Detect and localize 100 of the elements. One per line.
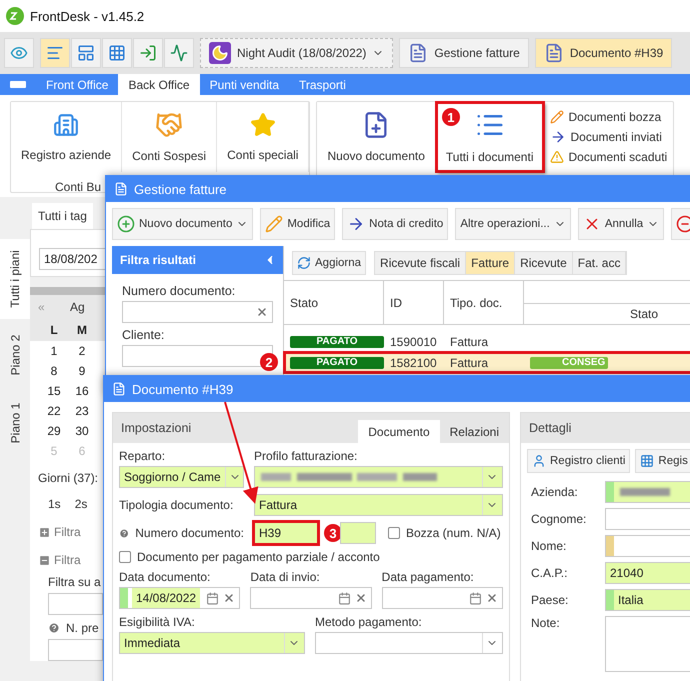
- ribbon-button[interactable]: Tutti i documenti 1: [436, 102, 544, 172]
- clear-icon[interactable]: [354, 592, 367, 604]
- select-field[interactable]: Fattura: [254, 494, 503, 516]
- day-button[interactable]: 2s: [74, 497, 88, 511]
- door-icon: [139, 44, 157, 62]
- panel-tab[interactable]: Relazioni: [440, 420, 509, 443]
- toolbar-button[interactable]: Modifica: [260, 208, 336, 240]
- input-field[interactable]: [605, 535, 690, 557]
- column-header[interactable]: Stato: [284, 281, 384, 324]
- help-icon[interactable]: [119, 526, 130, 540]
- toolbar-button[interactable]: Altre operazioni...: [455, 208, 571, 240]
- panel-tab[interactable]: Documento: [358, 420, 440, 443]
- column-header[interactable]: Tipo. doc.: [444, 281, 524, 324]
- toolbar-button[interactable]: [133, 38, 163, 68]
- list-icon: [46, 44, 64, 62]
- input-field[interactable]: [122, 345, 273, 367]
- app-logo: [6, 7, 24, 25]
- toolbar-button[interactable]: Nota di credito: [342, 208, 448, 240]
- ribbon-link[interactable]: Documenti inviati: [550, 129, 668, 145]
- ribbon-link[interactable]: Documenti scaduti: [550, 150, 668, 164]
- tag-tab[interactable]: Tutti i tag: [32, 203, 93, 229]
- document-icon: [544, 43, 564, 63]
- input-field[interactable]: Italia: [605, 589, 690, 611]
- registry-button[interactable]: Registro clienti: [527, 449, 630, 473]
- field-value: Fattura: [259, 498, 298, 512]
- select-field[interactable]: Immediata: [119, 632, 305, 654]
- calendar-day[interactable]: 29: [40, 424, 68, 438]
- calendar-day[interactable]: 8: [40, 364, 68, 378]
- day-button[interactable]: 1s: [48, 497, 61, 511]
- toolbar-button[interactable]: Annulla: [578, 208, 664, 240]
- grid-icon: [108, 44, 126, 62]
- floor-tab[interactable]: Piano 2: [0, 323, 30, 387]
- person-icon: [532, 454, 546, 468]
- toolbar-button[interactable]: [102, 38, 132, 68]
- calendar-day[interactable]: 15: [40, 384, 68, 398]
- window-tab[interactable]: Gestione fatture: [399, 38, 529, 68]
- input-field[interactable]: [605, 481, 690, 503]
- window-tab[interactable]: Documento #H39: [534, 38, 672, 68]
- section-label[interactable]: Filtra: [54, 553, 81, 567]
- filter-field[interactable]: [48, 639, 103, 661]
- toolbar-button[interactable]: [164, 38, 194, 68]
- help-icon[interactable]: [48, 622, 60, 634]
- field-label: Azienda:: [531, 485, 579, 499]
- notes-field[interactable]: [605, 616, 690, 672]
- view-button[interactable]: [4, 38, 34, 68]
- calendar-day[interactable]: 30: [68, 424, 96, 438]
- refresh-button[interactable]: Aggiorna: [292, 251, 366, 275]
- toolbar-button[interactable]: [71, 38, 101, 68]
- date-field[interactable]: [382, 587, 503, 609]
- input-field[interactable]: [340, 522, 376, 544]
- floor-tab[interactable]: Piano 1: [0, 391, 30, 455]
- input-field[interactable]: [122, 301, 273, 323]
- input-field[interactable]: H39: [254, 522, 318, 544]
- ribbon-link[interactable]: Documenti bozza: [550, 110, 668, 124]
- clear-icon[interactable]: [223, 592, 236, 604]
- step-badge: 1: [442, 108, 460, 126]
- toolbar-button[interactable]: [40, 38, 70, 68]
- field-label: Cognome:: [531, 512, 588, 526]
- collapse-icon[interactable]: [38, 554, 51, 566]
- column-header[interactable]: Stato: [524, 303, 690, 324]
- pencil-icon: [550, 110, 564, 124]
- date-field[interactable]: 14/08/2022: [119, 587, 240, 609]
- calendar-day[interactable]: 9: [68, 364, 96, 378]
- clear-icon[interactable]: [256, 306, 268, 318]
- calendar-day[interactable]: 2: [68, 344, 96, 358]
- ribbon-button[interactable]: Registro aziende: [11, 102, 122, 172]
- select-field[interactable]: [315, 632, 503, 654]
- filter-label: Filtra su a: [47, 574, 102, 591]
- night-audit-button[interactable]: Night Audit (18/08/2022): [200, 38, 394, 68]
- input-field[interactable]: [605, 508, 690, 530]
- date-field[interactable]: [250, 587, 372, 609]
- select-field[interactable]: [254, 466, 503, 488]
- document-tab[interactable]: Fatture: [466, 252, 516, 274]
- calendar-icon[interactable]: [338, 592, 351, 604]
- checkbox[interactable]: [119, 551, 131, 563]
- nav-tab[interactable]: Back Office: [118, 74, 200, 95]
- table-cell-text: Fattura: [449, 356, 490, 370]
- floor-tab[interactable]: Tutti i piani: [0, 239, 30, 319]
- select-field[interactable]: Soggiorno / Came: [119, 466, 244, 488]
- calendar-icon[interactable]: [206, 592, 220, 604]
- expand-icon[interactable]: [38, 526, 51, 538]
- checkbox-label: Documento per pagamento parziale / acconto: [137, 550, 380, 564]
- panel-title: Impostazioni: [121, 421, 192, 435]
- section-label[interactable]: Filtra: [54, 525, 81, 539]
- calendar-icon[interactable]: [469, 592, 482, 604]
- calendar-day[interactable]: 1: [40, 344, 68, 358]
- checkbox[interactable]: [388, 527, 400, 539]
- input-field[interactable]: 21040: [605, 562, 690, 584]
- table-row[interactable]: PAGATO 1582100 Fattura CONSEG: [284, 352, 690, 373]
- clear-icon[interactable]: [486, 592, 498, 604]
- filter-field[interactable]: [48, 593, 103, 615]
- column-header[interactable]: ID: [384, 281, 444, 324]
- calendar-day[interactable]: 22: [40, 404, 68, 418]
- minus-icon: [676, 215, 690, 233]
- registry-button[interactable]: Regis: [635, 449, 690, 473]
- calendar-day[interactable]: 23: [68, 404, 96, 418]
- toolbar-button[interactable]: Nuovo documento: [112, 208, 254, 240]
- handshake-icon: [155, 111, 184, 139]
- field-label: Esigibilità IVA:: [119, 615, 196, 629]
- calendar-day[interactable]: 16: [68, 384, 96, 398]
